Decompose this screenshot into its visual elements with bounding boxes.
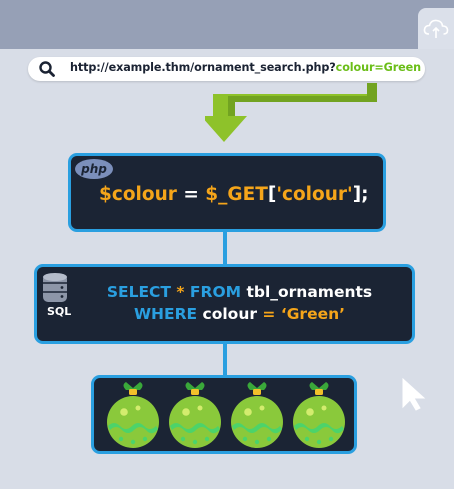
top-bar	[0, 0, 454, 49]
sql-keyword-from: FROM	[189, 283, 242, 301]
php-code-box: php $colour = $_GET['colour'];	[68, 153, 386, 232]
cloud-upload-icon	[423, 19, 449, 38]
php-code-line: $colour = $_GET['colour'];	[99, 184, 369, 205]
sql-keyword-where: WHERE	[133, 305, 198, 323]
url-bar[interactable]: http://example.thm/ornament_search.php?c…	[28, 57, 425, 81]
php-bracket-close: ];	[352, 184, 369, 205]
url-text[interactable]: http://example.thm/ornament_search.php?c…	[70, 61, 421, 74]
cursor-icon	[402, 377, 426, 411]
sql-value: ‘Green’	[275, 305, 346, 323]
arrow-down-icon	[205, 83, 377, 142]
php-badge: php	[75, 159, 113, 179]
php-variable: $colour	[99, 184, 177, 205]
ornament-4	[293, 382, 345, 448]
search-icon[interactable]	[38, 60, 56, 78]
ornament-3	[231, 382, 283, 448]
ornaments-group	[107, 382, 345, 448]
url-base: http://example.thm/ornament_search.php?	[70, 61, 336, 74]
connector-line	[223, 344, 227, 375]
sql-operator-star: *	[171, 283, 190, 301]
connector-line	[223, 232, 227, 264]
ornament-1	[107, 382, 159, 448]
sql-query-box: SQL SELECT * FROM tbl_ornaments WHERE co…	[34, 264, 415, 344]
url-param: colour=Green	[335, 61, 422, 74]
sql-operator-equals: =	[262, 305, 276, 323]
sql-line-select: SELECT * FROM tbl_ornaments	[37, 283, 412, 301]
ornament-2	[169, 382, 221, 448]
sql-keyword-select: SELECT	[106, 283, 172, 301]
sql-line-where: WHERE colour = ‘Green’	[37, 305, 412, 323]
sql-table-name: tbl_ornaments	[241, 283, 373, 301]
php-key: 'colour'	[276, 184, 353, 205]
ornaments-result-box	[91, 375, 357, 454]
php-get: $_GET	[205, 184, 268, 205]
cloud-badge	[418, 8, 454, 49]
sql-column-name: colour	[197, 305, 263, 323]
php-equals: =	[176, 184, 206, 205]
